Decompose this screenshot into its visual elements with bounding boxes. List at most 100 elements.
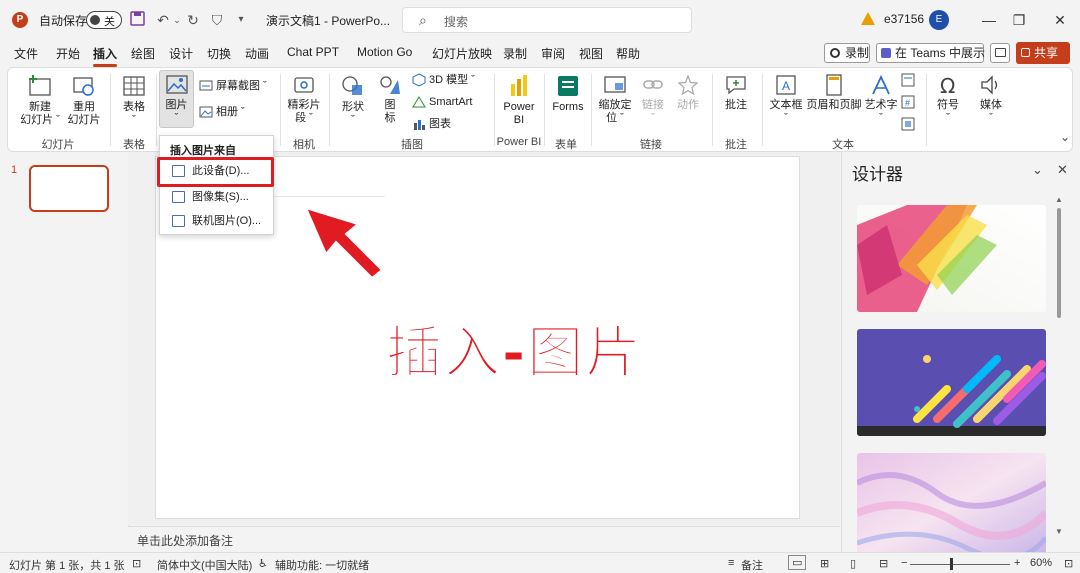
photo-album-button[interactable]: 相册 ˇ: [199, 105, 245, 119]
power-bi-button[interactable]: Power BI: [499, 74, 539, 127]
restore-button[interactable]: ❐: [1008, 9, 1030, 31]
autosave-toggle[interactable]: 关: [86, 11, 122, 29]
comments-button[interactable]: [990, 43, 1010, 63]
tab-help[interactable]: 帮助: [616, 45, 640, 62]
teams-label: 在 Teams 中展示: [895, 46, 986, 60]
tab-design[interactable]: 设计: [169, 45, 193, 62]
close-button[interactable]: ✕: [1049, 9, 1071, 31]
tab-home[interactable]: 开始: [56, 45, 80, 62]
smartart-button[interactable]: SmartArt: [412, 95, 472, 109]
slide-sorter-icon[interactable]: ⊞: [820, 557, 829, 570]
speaker-icon: [981, 75, 998, 95]
zoom-level[interactable]: 60%: [1030, 557, 1052, 569]
tab-animations[interactable]: 动画: [245, 45, 269, 62]
text-small-icon-1[interactable]: [901, 73, 915, 91]
ribbon-collapse-icon[interactable]: ⌄: [1060, 130, 1070, 144]
tab-transitions[interactable]: 切换: [207, 45, 231, 62]
user-name[interactable]: e37156: [884, 12, 924, 26]
language-status[interactable]: 简体中文(中国大陆): [157, 557, 252, 573]
forms-button[interactable]: Forms: [549, 74, 587, 114]
normal-view-icon[interactable]: ▭: [788, 555, 807, 570]
accessibility-status[interactable]: 辅助功能: 一切就绪: [275, 557, 369, 573]
spelling-icon[interactable]: ⊡: [132, 557, 141, 570]
accessibility-icon[interactable]: ♿: [258, 557, 268, 570]
designer-close-icon[interactable]: ✕: [1057, 162, 1068, 178]
present-icon[interactable]: ⛉: [208, 11, 226, 29]
stock-images-menu-item[interactable]: 图像集(S)...: [162, 187, 272, 207]
zoom-slider[interactable]: [910, 564, 1010, 565]
warning-icon[interactable]: [861, 12, 875, 25]
zoom-in-icon[interactable]: +: [1014, 557, 1020, 569]
record-button[interactable]: 录制: [824, 43, 870, 63]
link-button[interactable]: 链接 ˇ: [637, 74, 669, 125]
notes-icon[interactable]: ≡: [728, 557, 734, 569]
icons-button[interactable]: 图 标: [375, 74, 405, 125]
slide-thumbnail[interactable]: [29, 165, 109, 212]
power-bi-icon: [511, 75, 527, 96]
chart-button[interactable]: 图表: [412, 117, 451, 131]
text-small-icon-3[interactable]: [901, 117, 915, 135]
wordart-button[interactable]: 艺术字 ˇ: [861, 74, 901, 125]
zoom-slider-thumb[interactable]: [950, 558, 953, 570]
comment-button[interactable]: 批注: [718, 74, 754, 112]
notes-pane[interactable]: 单击此处添加备注: [128, 526, 840, 552]
camera-clip-icon: [294, 77, 314, 93]
designer-options-icon[interactable]: ⌄: [1032, 162, 1043, 178]
minimize-button[interactable]: —: [978, 9, 1000, 31]
tab-record[interactable]: 录制: [503, 45, 527, 62]
symbol-button[interactable]: Ω 符号 ˇ: [930, 74, 966, 125]
tab-chatppt[interactable]: Chat PPT: [287, 45, 339, 59]
new-slide-button[interactable]: 新建 幻灯片 ˇ: [18, 74, 62, 127]
table-button[interactable]: 表格 ˇ: [114, 74, 154, 127]
3d-models-button[interactable]: 3D 模型 ˇ: [412, 73, 475, 87]
avatar[interactable]: E: [929, 10, 949, 30]
screenshot-button[interactable]: 屏幕截图 ˇ: [199, 79, 267, 93]
shapes-button[interactable]: 形状 ˇ: [335, 74, 371, 127]
notes-toggle[interactable]: 备注: [741, 557, 763, 573]
link-label: 链接: [642, 99, 664, 111]
design-idea-3[interactable]: [857, 453, 1046, 560]
group-comments-label: 批注: [725, 139, 747, 151]
new-slide-label-2: 幻灯片 ˇ: [20, 114, 60, 126]
tab-slideshow[interactable]: 幻灯片放映: [432, 45, 492, 62]
tab-review[interactable]: 审阅: [541, 45, 565, 62]
slideshow-icon[interactable]: ⊟: [879, 557, 888, 570]
search-input[interactable]: ⌕ 搜索: [402, 7, 692, 33]
reuse-slides-button[interactable]: 重用 幻灯片: [62, 74, 106, 127]
svg-text:#: #: [905, 98, 910, 108]
customize-toolbar-icon[interactable]: ▾: [232, 11, 250, 29]
forms-label: Forms: [552, 101, 584, 113]
scroll-up-icon[interactable]: ▲: [1055, 195, 1063, 204]
share-button[interactable]: 共享: [1016, 42, 1070, 64]
redo-icon[interactable]: ↻: [184, 11, 202, 29]
reading-view-icon[interactable]: ▯: [850, 557, 856, 570]
dropdown-header: 插入图片来自: [170, 145, 236, 157]
textbox-button[interactable]: A 文本框 ˇ: [766, 74, 806, 125]
object-icon: [901, 117, 915, 131]
text-small-icon-2[interactable]: #: [901, 95, 915, 113]
tab-draw[interactable]: 绘图: [131, 45, 155, 62]
tab-file[interactable]: 文件: [14, 45, 38, 62]
designer-title: 设计器: [852, 165, 903, 184]
fit-to-window-icon[interactable]: ⊡: [1064, 557, 1073, 570]
pictures-button[interactable]: 图片 ˇ: [159, 74, 194, 125]
zoom-out-icon[interactable]: −: [901, 557, 907, 569]
designer-scrollbar[interactable]: [1057, 208, 1061, 318]
tab-motiongo[interactable]: Motion Go: [357, 45, 412, 59]
header-footer-button[interactable]: 页眉和页脚: [805, 74, 863, 112]
notes-placeholder: 单击此处添加备注: [137, 534, 234, 548]
save-icon[interactable]: [128, 11, 146, 29]
media-button[interactable]: 媒体 ˇ: [973, 74, 1009, 125]
design-idea-2[interactable]: [857, 329, 1046, 436]
zoom-button[interactable]: 缩放定 位 ˇ: [595, 74, 635, 125]
present-in-teams-button[interactable]: 在 Teams 中展示: [876, 43, 986, 63]
design-idea-1[interactable]: [857, 205, 1046, 312]
tab-view[interactable]: 视图: [579, 45, 603, 62]
pictures-label: 图片: [165, 99, 188, 111]
group-separator: [762, 74, 763, 146]
scroll-down-icon[interactable]: ▼: [1055, 527, 1063, 536]
tab-insert[interactable]: 插入: [93, 45, 118, 67]
highlight-clip-button[interactable]: 精彩片 段 ˇ: [284, 74, 324, 125]
action-button[interactable]: 动作: [672, 74, 704, 112]
online-pictures-menu-item[interactable]: 联机图片(O)...: [162, 211, 272, 231]
